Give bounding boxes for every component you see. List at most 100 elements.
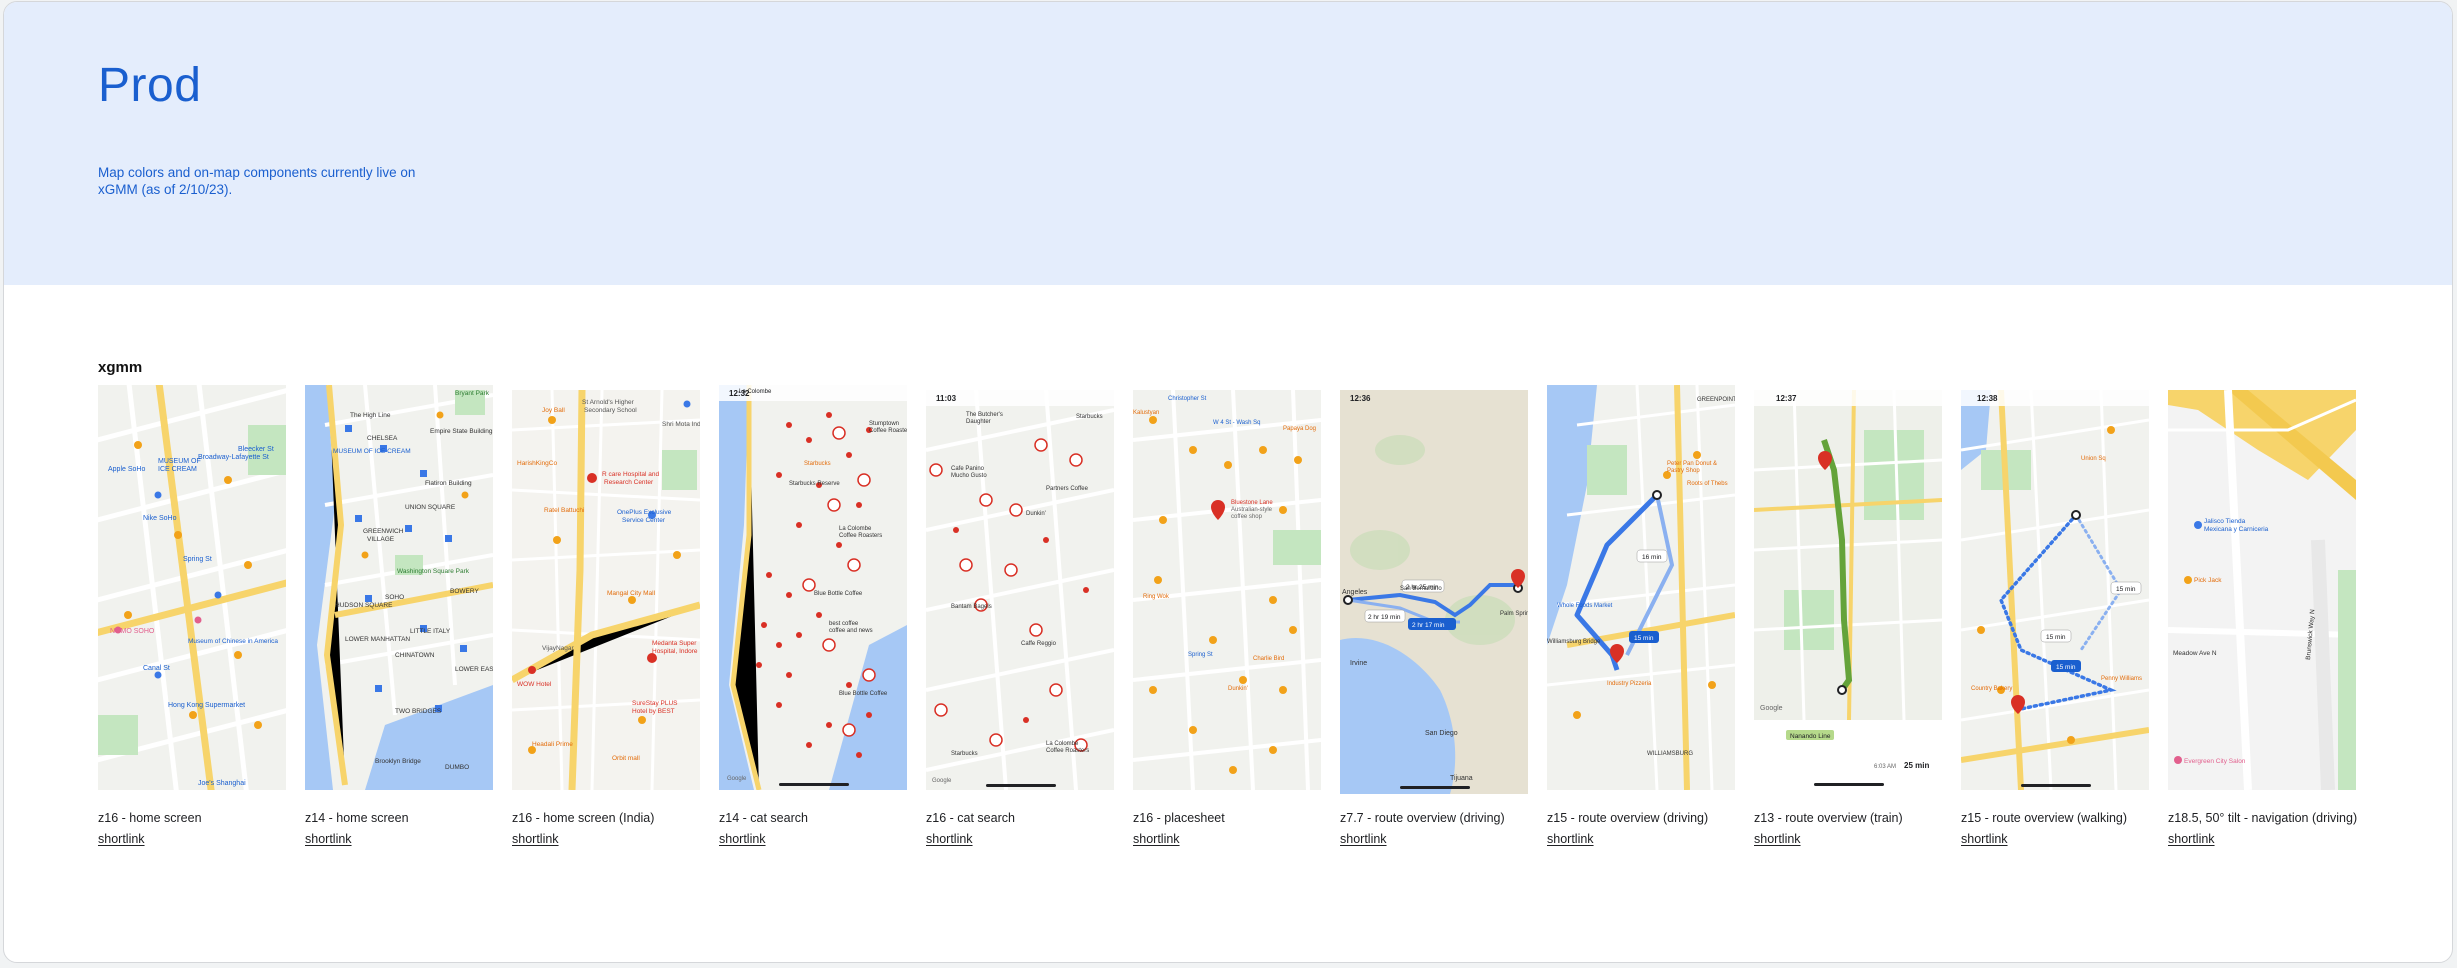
shortlink-link[interactable]: shortlink	[305, 832, 352, 846]
svg-text:Museum of Chinese in America: Museum of Chinese in America	[188, 638, 278, 645]
svg-text:Medanta Super: Medanta Super	[652, 640, 697, 647]
svg-text:25 min: 25 min	[1904, 761, 1929, 770]
map-thumbnail[interactable]: 16 min 15 min GREENPOINT Peter Pan Donut…	[1547, 385, 1735, 790]
svg-text:12:38: 12:38	[1977, 394, 1998, 403]
card-caption: z14 - home screen	[305, 811, 409, 825]
svg-text:La Colombe: La Colombe	[739, 389, 772, 395]
svg-text:Shri Mota Ind: Shri Mota Ind	[662, 421, 700, 428]
svg-text:Google: Google	[1760, 705, 1783, 712]
svg-text:Orbit mall: Orbit mall	[612, 755, 640, 762]
svg-text:15 min: 15 min	[2046, 634, 2066, 641]
svg-text:Penny Williams: Penny Williams	[2101, 676, 2142, 682]
svg-text:Bluestone Lane: Bluestone Lane	[1231, 500, 1273, 506]
shortlink-link[interactable]: shortlink	[1547, 832, 1594, 846]
svg-text:16 min: 16 min	[1642, 554, 1662, 561]
svg-text:Papaya Dog: Papaya Dog	[1283, 426, 1316, 432]
map-thumbnail[interactable]: 12:38 15 min 15 min 15 min Union Sq Penn…	[1961, 390, 2149, 790]
svg-text:coffee shop: coffee shop	[1231, 514, 1263, 520]
card-caption: z16 - placesheet	[1133, 811, 1225, 825]
svg-text:Mexicana y Carniceria: Mexicana y Carniceria	[2204, 526, 2269, 533]
svg-text:Secondary School: Secondary School	[584, 407, 637, 414]
shortlink-link[interactable]: shortlink	[1961, 832, 2008, 846]
svg-text:Mangal City Mall: Mangal City Mall	[607, 590, 656, 597]
shortlink-link[interactable]: shortlink	[98, 832, 145, 846]
svg-text:Spring St: Spring St	[1188, 652, 1213, 658]
svg-text:Coffee Roasters: Coffee Roasters	[839, 533, 882, 539]
svg-text:SureStay PLUS: SureStay PLUS	[632, 700, 678, 707]
shortlink-link[interactable]: shortlink	[719, 832, 766, 846]
page-description: Map colors and on-map components current…	[98, 165, 416, 197]
svg-text:CHINATOWN: CHINATOWN	[395, 652, 435, 659]
svg-text:Starbucks: Starbucks	[804, 461, 831, 467]
map-thumbnail[interactable]: Christopher St Kalustyan W 4 St - Wash S…	[1133, 390, 1321, 790]
map-thumbnail[interactable]: 12:32 La Colombe Stumptown Coffee Roaste…	[719, 385, 907, 790]
svg-text:Ratel Battuchi: Ratel Battuchi	[544, 507, 584, 514]
svg-text:Irvine: Irvine	[1350, 660, 1367, 667]
svg-text:SOHO: SOHO	[385, 594, 404, 601]
svg-text:Angeles: Angeles	[1342, 589, 1368, 596]
svg-text:best coffee: best coffee	[829, 621, 859, 627]
map-thumbnail[interactable]: 11:03 The Butcher's Daughter Starbucks Ca…	[926, 390, 1114, 790]
svg-text:Washington Square Park: Washington Square Park	[397, 568, 470, 575]
svg-text:coffee and news: coffee and news	[829, 628, 873, 634]
svg-text:LOWER MANHATTAN: LOWER MANHATTAN	[345, 636, 410, 643]
card-caption: z14 - cat search	[719, 811, 808, 825]
svg-text:Joy Ball: Joy Ball	[542, 407, 565, 414]
svg-text:Partners Coffee: Partners Coffee	[1046, 486, 1089, 492]
svg-text:Kalustyan: Kalustyan	[1133, 410, 1159, 416]
map-label: MUSEUM OF	[158, 458, 201, 465]
map-thumbnail[interactable]: 12:36 2 hr 25 min 2 hr 19 min 2 hr 17 mi…	[1340, 390, 1528, 794]
svg-text:Starbucks: Starbucks	[1076, 414, 1103, 420]
svg-text:HarishKingCo: HarishKingCo	[517, 460, 557, 467]
svg-text:Hong Kong Supermarket: Hong Kong Supermarket	[168, 702, 245, 709]
svg-text:San Bernardino: San Bernardino	[1400, 586, 1442, 592]
svg-text:WILLIAMSBURG: WILLIAMSBURG	[1647, 751, 1693, 757]
shortlink-link[interactable]: shortlink	[1340, 832, 1387, 846]
map-thumbnail[interactable]: MUSEUM OF ICE CREAM Bleecker St Apple So…	[98, 385, 286, 790]
svg-text:Caffe Reggio: Caffe Reggio	[1021, 641, 1057, 647]
svg-text:Blue Bottle Coffee: Blue Bottle Coffee	[839, 691, 888, 697]
svg-text:Research Center: Research Center	[604, 479, 654, 486]
shortlink-link[interactable]: shortlink	[2168, 832, 2215, 846]
svg-text:Bryant Park: Bryant Park	[455, 390, 490, 397]
svg-text:Jalisco Tienda: Jalisco Tienda	[2204, 518, 2246, 525]
svg-text:Tijuana: Tijuana	[1450, 775, 1473, 782]
svg-text:Williamsburg Bridge: Williamsburg Bridge	[1547, 639, 1601, 645]
map-thumbnail[interactable]: Jalisco Tienda Mexicana y Carniceria Pick…	[2168, 390, 2356, 790]
svg-text:Dunkin': Dunkin'	[1228, 686, 1248, 692]
svg-text:BOWERY: BOWERY	[450, 588, 479, 595]
svg-text:Industry Pizzeria: Industry Pizzeria	[1607, 681, 1652, 687]
svg-text:Google: Google	[727, 776, 747, 782]
svg-text:Ring Wok: Ring Wok	[1143, 594, 1170, 600]
svg-text:VILLAGE: VILLAGE	[367, 536, 395, 543]
shortlink-link[interactable]: shortlink	[512, 832, 559, 846]
svg-text:WOW Hotel: WOW Hotel	[517, 681, 552, 688]
svg-text:St Arnold's Higher: St Arnold's Higher	[582, 399, 635, 406]
svg-text:Blue Bottle Coffee: Blue Bottle Coffee	[814, 591, 863, 597]
shortlink-link[interactable]: shortlink	[926, 832, 973, 846]
svg-text:La Colombe: La Colombe	[1046, 741, 1079, 747]
svg-text:Charlie Bird: Charlie Bird	[1253, 656, 1284, 662]
card-caption: z7.7 - route overview (driving)	[1340, 811, 1505, 825]
svg-text:CHELSEA: CHELSEA	[367, 435, 398, 442]
svg-text:Starbucks Reserve: Starbucks Reserve	[789, 481, 840, 487]
svg-text:Pastry Shop: Pastry Shop	[1667, 468, 1700, 474]
svg-text:6:03 AM: 6:03 AM	[1874, 764, 1896, 770]
svg-text:LOWER EAST SIDE: LOWER EAST SIDE	[455, 666, 493, 673]
svg-text:GREENWICH: GREENWICH	[363, 528, 404, 535]
shortlink-link[interactable]: shortlink	[1754, 832, 1801, 846]
shortlink-link[interactable]: shortlink	[1133, 832, 1180, 846]
page-title: Prod	[98, 59, 202, 112]
svg-text:Brooklyn Bridge: Brooklyn Bridge	[375, 758, 421, 765]
svg-text:Empire State Building: Empire State Building	[430, 428, 493, 435]
map-thumbnail[interactable]: The High Line Bryant Park CHELSEA Empire…	[305, 385, 493, 790]
map-thumbnail[interactable]: Joy Ball St Arnold's Higher Secondary Sch…	[512, 390, 700, 790]
svg-text:Joe's Shanghai: Joe's Shanghai	[198, 780, 246, 787]
card-caption: z16 - cat search	[926, 811, 1015, 825]
svg-text:DUMBO: DUMBO	[445, 764, 469, 771]
svg-text:MUSEUM OF ICE CREAM: MUSEUM OF ICE CREAM	[333, 448, 411, 455]
map-thumbnail[interactable]: 12:37 Google Nanando Line 6:03 AM 25 min	[1754, 390, 1942, 790]
svg-text:GREENPOINT: GREENPOINT	[1697, 397, 1735, 403]
svg-text:La Colombe: La Colombe	[839, 526, 872, 532]
svg-text:11:03: 11:03	[936, 394, 957, 403]
